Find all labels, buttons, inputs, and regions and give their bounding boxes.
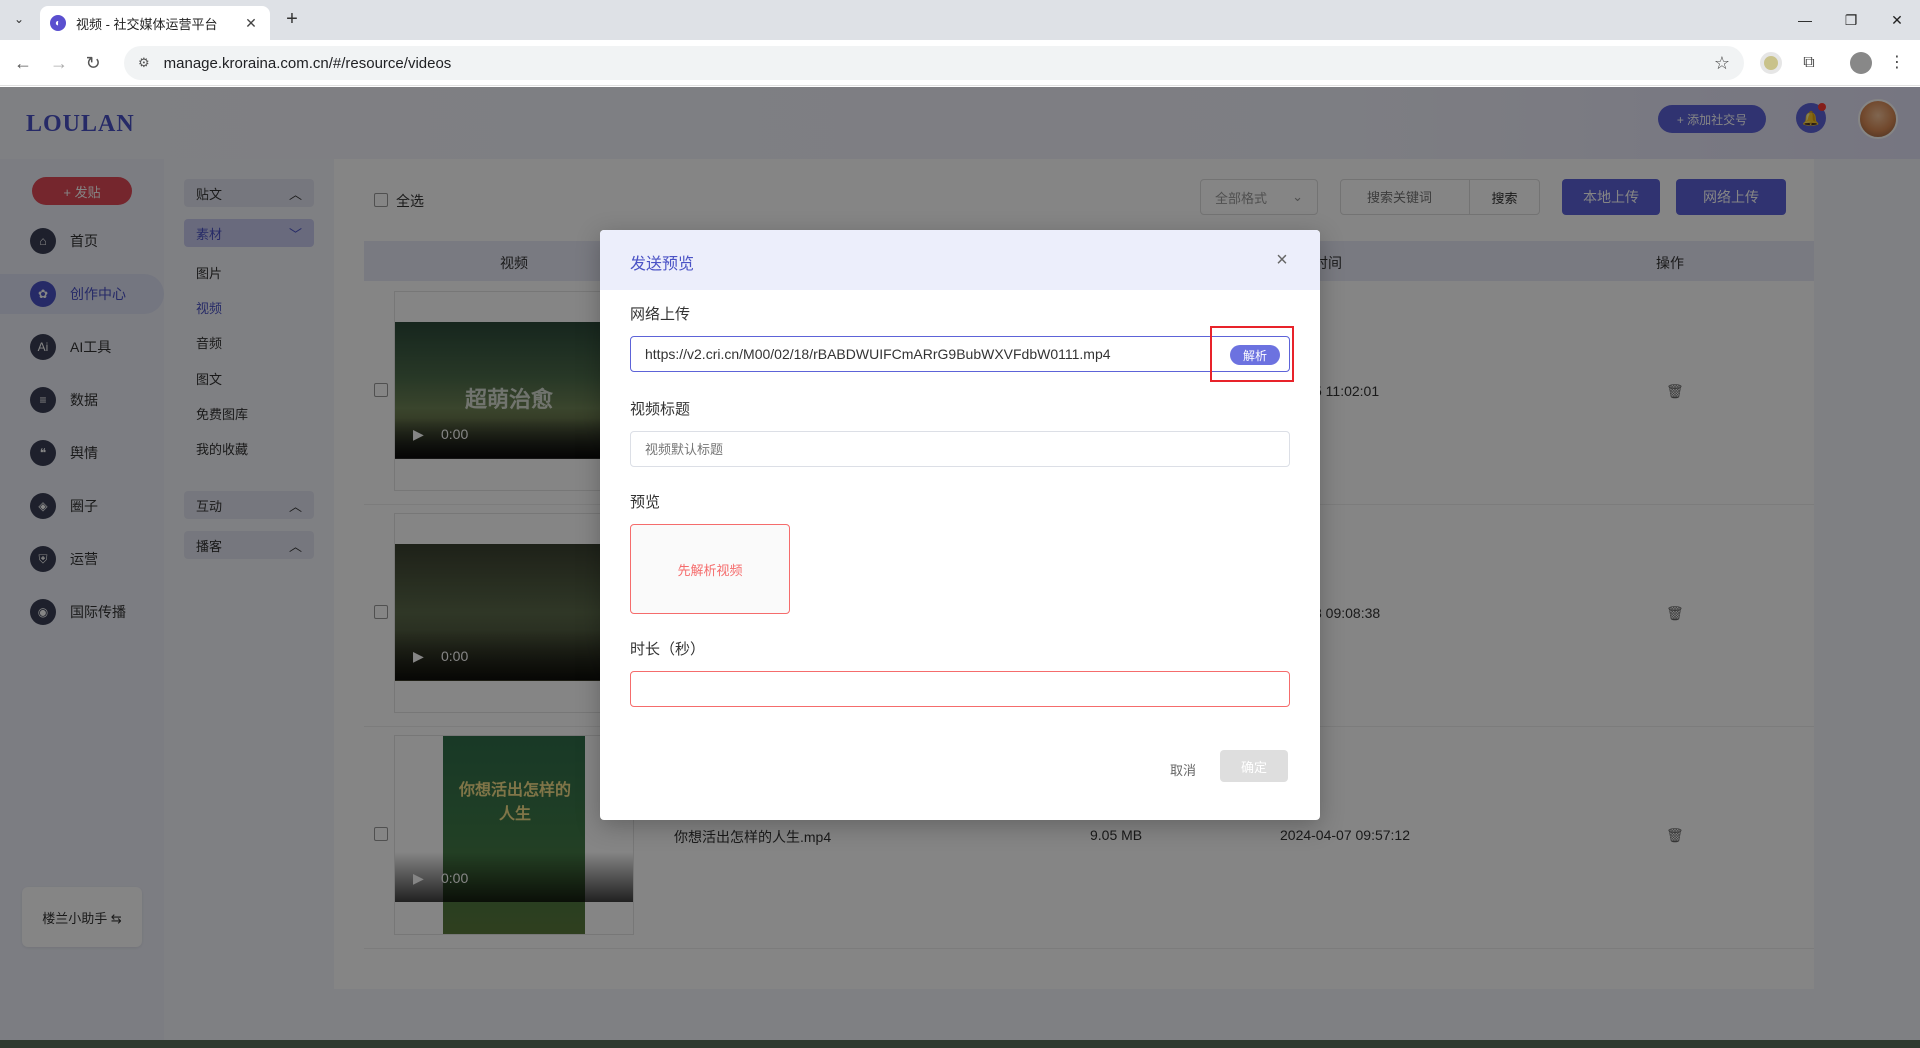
close-icon[interactable]: ×	[1272, 250, 1292, 270]
dialog-title: 发送预览	[630, 256, 695, 273]
tab-close-icon[interactable]: ✕	[242, 15, 260, 32]
extension-icon[interactable]	[1760, 52, 1782, 74]
window-close-icon[interactable]: ✕	[1882, 8, 1912, 32]
address-bar[interactable]: ⚙ manage.kroraina.com.cn/#/resource/vide…	[124, 46, 1744, 80]
profile-icon[interactable]	[1850, 52, 1872, 74]
url-text[interactable]: manage.kroraina.com.cn/#/resource/videos	[164, 55, 1714, 72]
tab-list-button[interactable]: ⌄	[8, 8, 30, 30]
tab-title: 视频 - 社交媒体运营平台	[76, 16, 218, 32]
puzzle-icon[interactable]: ⧉	[1798, 52, 1820, 74]
dialog-header: 发送预览 ×	[600, 230, 1320, 290]
cancel-button[interactable]: 取消	[1170, 760, 1196, 779]
duration-input[interactable]	[630, 671, 1290, 707]
os-taskbar	[0, 1040, 1920, 1048]
duration-label: 时长（秒）	[630, 641, 706, 658]
url-label: 网络上传	[630, 306, 691, 323]
back-icon[interactable]: ←	[10, 50, 36, 76]
tab-favicon-icon: ◐	[50, 15, 66, 31]
video-title-label: 视频标题	[630, 401, 691, 418]
video-title-input[interactable]	[630, 431, 1290, 467]
app-root: LOULAN + 添加社交号 🔔 + 发贴 ⌂ 首页 ✿ 创作中心 Ai AI工具 ≡…	[0, 87, 1920, 1040]
preview-box: 先解析视频	[630, 524, 790, 614]
restore-icon[interactable]: ❐	[1836, 8, 1866, 32]
menu-icon[interactable]: ⋮	[1886, 52, 1908, 74]
minimize-icon[interactable]: —	[1790, 8, 1820, 32]
new-tab-button[interactable]: +	[280, 8, 304, 32]
reload-icon[interactable]: ↻	[80, 50, 106, 76]
site-info-icon[interactable]: ⚙	[138, 55, 150, 71]
confirm-button[interactable]: 确定	[1220, 750, 1288, 782]
browser-tab-active[interactable]: ◐ 视频 - 社交媒体运营平台 ✕	[40, 6, 270, 40]
bookmark-star-icon[interactable]: ☆	[1714, 53, 1730, 74]
send-preview-dialog: 发送预览 × 网络上传 解析 视频标题 预览 先解析视频 时长（秒） 取消 确定	[600, 230, 1320, 820]
parse-highlight-box	[1210, 326, 1294, 382]
preview-label: 预览	[630, 494, 661, 511]
forward-icon[interactable]: →	[46, 50, 72, 76]
url-input[interactable]	[630, 336, 1290, 372]
browser-tab-strip: ⌄ ◐ 视频 - 社交媒体运营平台 ✕ + — ❐ ✕	[0, 0, 1920, 40]
browser-toolbar: ← → ↻ ⚙ manage.kroraina.com.cn/#/resourc…	[0, 40, 1920, 86]
